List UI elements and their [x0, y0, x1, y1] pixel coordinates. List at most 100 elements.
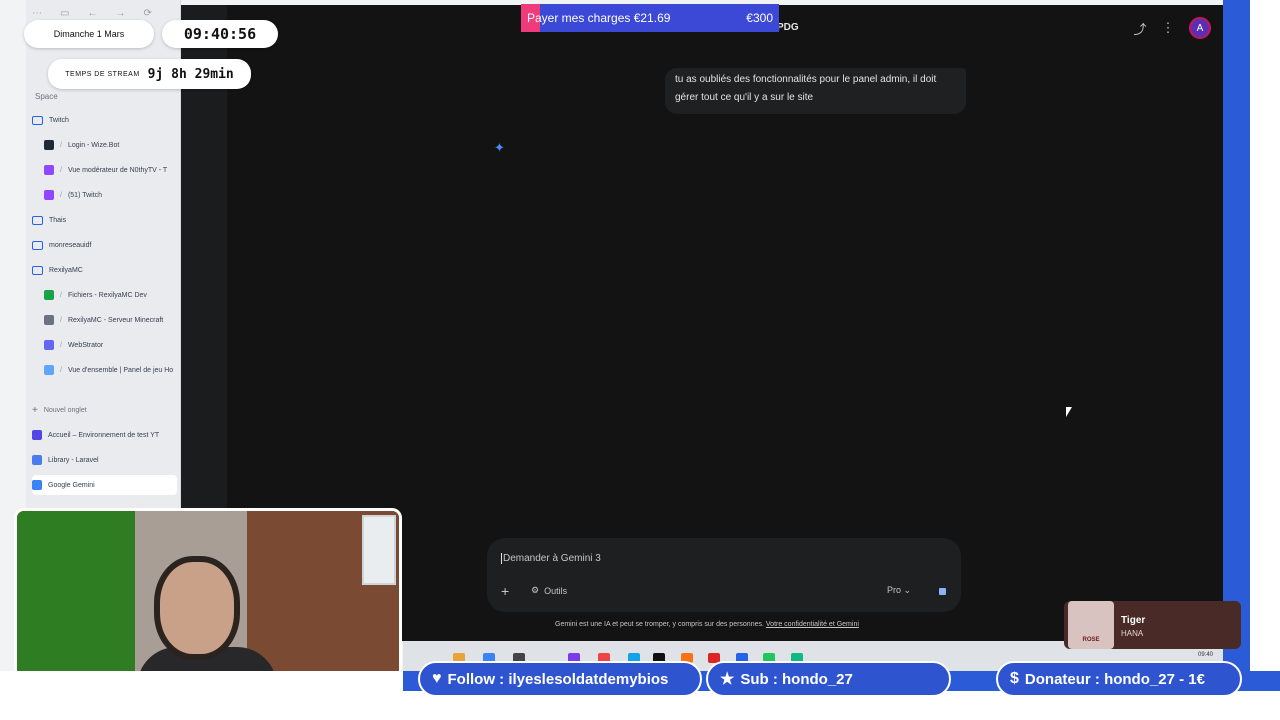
twitch-icon — [44, 165, 54, 175]
sidebar-tab[interactable]: Google Gemini — [32, 475, 177, 495]
forward-icon[interactable]: → — [115, 8, 125, 19]
stop-icon — [938, 587, 946, 595]
date-pill: Dimanche 1 Mars — [24, 20, 154, 48]
sidebar-item-label: Twitch — [49, 116, 69, 124]
path-separator: / — [60, 291, 62, 299]
laravel-icon — [32, 455, 42, 465]
track-artist: HANA — [1121, 629, 1144, 638]
reload-icon[interactable]: ⟳ — [143, 8, 151, 19]
back-icon[interactable]: ← — [87, 8, 97, 19]
new-tab-button[interactable]: + Nouvel onglet — [32, 400, 177, 420]
mc-icon — [44, 315, 54, 325]
webstrator-icon — [44, 340, 54, 350]
sidebar-item-label: Fichiers - RexilyaMC Dev — [67, 291, 147, 299]
space-label: Space — [35, 92, 58, 101]
path-separator: / — [60, 166, 62, 174]
sidebar-tab[interactable]: Library - Laravel — [32, 450, 177, 470]
desktop-edge — [1250, 0, 1280, 720]
goal-label: Payer mes charges €21.69 — [527, 11, 671, 25]
follow-alert: ♥ Follow : ilyeslesoldatdemybios — [418, 661, 702, 697]
sidebar-item-label: Google Gemini — [48, 481, 95, 489]
more-options-icon[interactable]: ⋮ — [1161, 20, 1175, 36]
donor-alert-text: Donateur : hondo_27 - 1€ — [1024, 670, 1205, 688]
user-message: tu as oubliés des fonctionnalités pour l… — [665, 68, 966, 114]
sidebar-tab[interactable]: / Login - Wize.Bot — [44, 135, 177, 155]
clock-pill: 09:40:56 — [162, 20, 278, 48]
sidebar-item-label: (51) Twitch — [67, 191, 103, 199]
heart-icon: ♥ — [432, 670, 442, 687]
sidebar-tab[interactable]: / Vue modérateur de N0thyTV - T — [44, 160, 177, 180]
sidebar-toggle-icon[interactable]: ▭ — [60, 8, 69, 19]
avatar[interactable]: A — [1189, 17, 1211, 39]
track-title: Tiger — [1121, 615, 1146, 626]
sidebar-folder[interactable]: Thais — [32, 210, 177, 230]
skylight — [362, 515, 396, 585]
date-text: Dimanche 1 Mars — [53, 29, 125, 39]
model-selector[interactable]: Pro ⌄ — [887, 585, 911, 596]
now-playing-widget: ROSE Tiger HANA — [1064, 601, 1241, 649]
sidebar-item-label: Thais — [49, 216, 67, 224]
prompt-input[interactable]: Demander à Gemini 3 — [501, 553, 601, 564]
privacy-link[interactable]: Votre confidentialité et Gemini — [766, 621, 859, 628]
clock-text: 09:40:56 — [183, 25, 257, 43]
sidebar-item-label: Nouvel onglet — [43, 406, 87, 414]
sidebar-tab[interactable]: / Vue d'ensemble | Panel de jeu Ho — [44, 360, 177, 380]
conversation-title: PDG — [777, 22, 799, 33]
sidebar-item-label: Login - Wize.Bot — [67, 141, 120, 149]
tools-button[interactable]: ⚙ Outils — [531, 585, 567, 596]
path-separator: / — [60, 141, 62, 149]
disclaimer: Gemini est une IA et peut se tromper, y … — [555, 621, 859, 628]
twitch-icon — [44, 190, 54, 200]
chevron-down-icon: ⌄ — [903, 585, 912, 595]
prompt-box: Demander à Gemini 3 + ⚙ Outils Pro ⌄ — [487, 538, 961, 612]
streamer-head — [154, 556, 240, 660]
sidebar-folder[interactable]: Twitch — [32, 110, 177, 130]
goal-target: €300 — [746, 11, 773, 25]
sidebar-tab[interactable]: Accueil – Environnement de test YT — [32, 425, 177, 445]
stream-time-pill: TEMPS DE STREAM 9j 8h 29min — [48, 59, 251, 89]
sidebar-item-label: monreseauidf — [49, 241, 92, 249]
path-separator: / — [60, 366, 62, 374]
share-icon[interactable]: ⤴ — [1133, 19, 1147, 38]
stream-screen: ⋯ ▭ ← → ⟳ Space Twitch / Login - Wize.Bot /… — [0, 0, 1280, 720]
gemini-sparkle-icon: ✦ — [494, 140, 505, 155]
sidebar-item-label: RexilyaMC — [49, 266, 83, 274]
follow-alert-text: Follow : ilyeslesoldatdemybios — [447, 670, 669, 688]
model-label: Pro — [887, 585, 902, 595]
add-attachment-button[interactable]: + — [501, 583, 509, 599]
sidebar-item-label: Library - Laravel — [48, 456, 99, 464]
folder-icon — [32, 215, 43, 225]
sidebar-item-label: Vue modérateur de N0thyTV - T — [67, 166, 168, 174]
wizebot-icon — [44, 140, 54, 150]
top-actions: ⤴ ⋮ A — [1133, 17, 1211, 39]
sidebar-tab[interactable]: / (51) Twitch — [44, 185, 177, 205]
s-icon — [44, 290, 54, 300]
donor-alert: $ Donateur : hondo_27 - 1€ — [996, 661, 1242, 697]
stop-button[interactable] — [935, 584, 949, 598]
sidebar-item-label: Vue d'ensemble | Panel de jeu Ho — [67, 366, 174, 374]
text-caret — [501, 553, 502, 564]
path-separator: / — [60, 341, 62, 349]
gemini-icon — [32, 480, 42, 490]
star-icon: ★ — [720, 671, 735, 688]
sidebar-folder[interactable]: monreseauidf — [32, 235, 177, 255]
window-icon[interactable]: ⋯ — [32, 8, 42, 19]
dollar-icon: $ — [1010, 670, 1019, 687]
path-separator: / — [60, 191, 62, 199]
taskbar-clock: 09:40 — [1197, 652, 1213, 658]
sidebar-folder[interactable]: RexilyaMC — [32, 260, 177, 280]
sidebar-item-label: RexilyaMC - Serveur Minecraft — [67, 316, 164, 324]
sidebar-item-label: Accueil – Environnement de test YT — [48, 431, 160, 439]
sidebar-item-label: WebStrator — [67, 341, 104, 349]
browser-toolbar: ⋯ ▭ ← → ⟳ — [32, 6, 177, 20]
plus-icon: + — [32, 404, 38, 416]
folder-icon — [32, 240, 43, 250]
sidebar-tab[interactable]: / WebStrator — [44, 335, 177, 355]
sidebar-tab[interactable]: / RexilyaMC - Serveur Minecraft — [44, 310, 177, 330]
path-separator: / — [60, 316, 62, 324]
tools-label: Outils — [544, 585, 568, 596]
sub-alert: ★ Sub : hondo_27 — [706, 661, 951, 697]
sidebar-tab[interactable]: / Fichiers - RexilyaMC Dev — [44, 285, 177, 305]
folder-icon — [32, 265, 43, 275]
stream-time-label: TEMPS DE STREAM — [65, 70, 140, 78]
